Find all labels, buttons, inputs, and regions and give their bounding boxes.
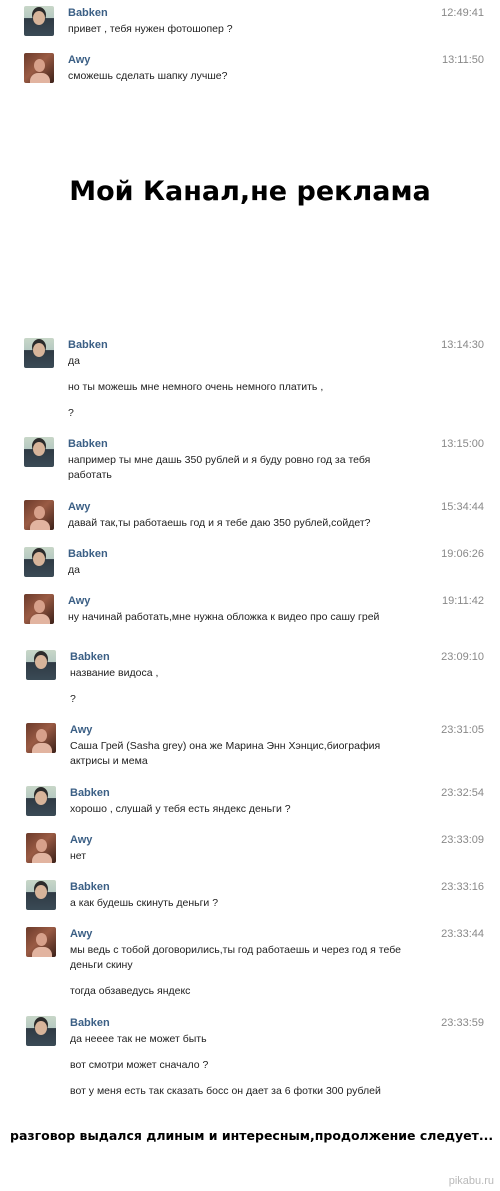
message-text: работать: [68, 469, 112, 481]
author-name[interactable]: Awy: [70, 928, 92, 940]
message-time: 13:11:50: [441, 54, 484, 66]
avatar[interactable]: [24, 53, 54, 83]
avatar[interactable]: [26, 650, 56, 680]
author-name[interactable]: Awy: [70, 724, 92, 736]
author-name[interactable]: Babken: [68, 548, 108, 560]
message-time: 12:49:41: [441, 7, 484, 19]
message-time: 13:14:30: [441, 339, 484, 351]
message-time: 23:33:09: [441, 834, 484, 846]
message-text: хорошо , слушай у тебя есть яндекс деньг…: [70, 803, 291, 815]
message-time: 19:06:26: [441, 548, 484, 560]
message-text: нет: [70, 850, 87, 862]
author-name[interactable]: Babken: [68, 7, 108, 19]
avatar[interactable]: [26, 723, 56, 753]
message-text: мы ведь с тобой договорились,ты год рабо…: [70, 944, 401, 956]
message-text: ну начинай работать,мне нужна обложка к …: [68, 611, 380, 623]
avatar[interactable]: [24, 338, 54, 368]
message-time: 23:33:59: [441, 1017, 484, 1029]
message-text: деньги скину: [70, 959, 133, 971]
author-name[interactable]: Babken: [68, 339, 108, 351]
author-name[interactable]: Babken: [70, 651, 110, 663]
author-name[interactable]: Awy: [68, 595, 90, 607]
watermark: pikabu.ru: [448, 1175, 494, 1187]
message-text: давай так,ты работаешь год и я тебе даю …: [68, 517, 371, 529]
message-time: 23:33:16: [441, 881, 484, 893]
message-text: сможешь сделать шапку лучше?: [68, 70, 228, 82]
message-text: привет , тебя нужен фотошопер ?: [68, 23, 233, 35]
message-text: да нееее так не может быть: [70, 1033, 207, 1045]
message-time: 15:34:44: [441, 501, 484, 513]
author-name[interactable]: Awy: [68, 54, 90, 66]
message-time: 23:33:44: [441, 928, 484, 940]
author-name[interactable]: Babken: [70, 881, 110, 893]
avatar[interactable]: [24, 6, 54, 36]
message-text: тогда обзаведусь яндекс: [70, 985, 191, 997]
message-text: да: [68, 564, 80, 576]
message-text: да: [68, 355, 80, 367]
avatar[interactable]: [26, 880, 56, 910]
author-name[interactable]: Babken: [70, 1017, 110, 1029]
message-time: 13:15:00: [441, 438, 484, 450]
avatar[interactable]: [26, 1016, 56, 1046]
message-text: Саша Грей (Sasha grey) она же Марина Энн…: [70, 740, 381, 752]
avatar[interactable]: [26, 833, 56, 863]
message-time: 23:09:10: [441, 651, 484, 663]
message-time: 23:32:54: [441, 787, 484, 799]
message-text: а как будешь скинуть деньги ?: [70, 897, 219, 909]
message-text: например ты мне дашь 350 рублей и я буду…: [68, 454, 371, 466]
message-text: вот у меня есть так сказать босс он дает…: [70, 1085, 381, 1097]
message-text: ?: [68, 407, 74, 419]
message-text: актрисы и мема: [70, 755, 148, 767]
author-name[interactable]: Awy: [70, 834, 92, 846]
avatar[interactable]: [26, 927, 56, 957]
author-name[interactable]: Awy: [68, 501, 90, 513]
author-name[interactable]: Babken: [68, 438, 108, 450]
message-text: ?: [70, 693, 76, 705]
author-name[interactable]: Babken: [70, 787, 110, 799]
message-text: вот смотри может сначало ?: [70, 1059, 209, 1071]
avatar[interactable]: [24, 500, 54, 530]
footer-caption: разговор выдался длиным и интересным,про…: [10, 1128, 494, 1143]
banner-text: Мой Канал,не реклама: [69, 176, 431, 207]
message-time: 23:31:05: [441, 724, 484, 736]
avatar[interactable]: [24, 594, 54, 624]
avatar[interactable]: [24, 437, 54, 467]
message-text: но ты можешь мне немного очень немного п…: [68, 381, 324, 393]
avatar[interactable]: [26, 786, 56, 816]
avatar[interactable]: [24, 547, 54, 577]
message-text: название видоса ,: [70, 667, 159, 679]
message-time: 19:11:42: [441, 595, 484, 607]
